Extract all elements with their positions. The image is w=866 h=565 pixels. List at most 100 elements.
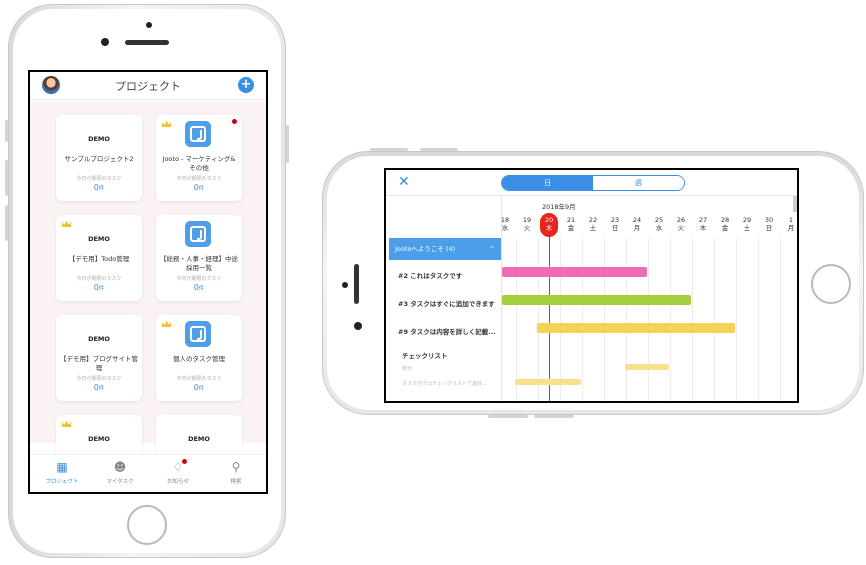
due-today-label: 今日が期限のタスク	[176, 276, 222, 282]
today-line	[549, 232, 550, 401]
landscape-home-button[interactable]	[811, 264, 851, 304]
segment-week[interactable]: 週	[593, 176, 684, 190]
demo-label: DEMO	[88, 435, 110, 443]
segment-day[interactable]: 日	[502, 176, 593, 190]
day-gridline	[780, 238, 781, 401]
day-header: 28 金	[714, 216, 736, 232]
day-header: 20 木	[538, 216, 560, 232]
due-today-count: 0件	[156, 183, 242, 192]
month-label: 2018年9月	[542, 203, 576, 211]
day-header: 27 木	[692, 216, 714, 232]
front-sensor	[342, 282, 348, 288]
count-unit: 件	[98, 186, 105, 192]
notification-dot	[182, 459, 187, 464]
front-camera	[101, 38, 109, 46]
unread-dot	[232, 119, 237, 124]
bottom-tab-bar: ▦ プロジェクト ☻ マイタスク ♢ お知らせ ⚲ 検索	[30, 454, 266, 492]
due-today-label: 今日が期限のタスク	[76, 276, 122, 282]
day-header: 25 水	[648, 216, 670, 232]
search-icon: ⚲	[231, 460, 241, 474]
day-gridline	[714, 238, 715, 401]
project-name: Jooto - マーケティング&その他	[162, 155, 236, 172]
earpiece-speaker	[354, 264, 359, 304]
due-today-count: 0件	[56, 383, 142, 392]
gantt-bar[interactable]	[625, 364, 670, 370]
bell-icon: ♢	[172, 460, 184, 474]
due-today-label: 今日が期限のタスク	[176, 376, 222, 382]
count-unit: 件	[198, 286, 205, 292]
project-header: プロジェクト +	[30, 72, 266, 100]
mute-switch	[5, 120, 8, 142]
day-header: 21 金	[560, 216, 582, 232]
due-today-count: 0件	[56, 283, 142, 292]
group-title: Jootoへようこそ (4)	[395, 245, 456, 253]
earpiece-speaker	[125, 40, 169, 45]
day-number: 21	[566, 216, 576, 224]
due-today-count: 0件	[56, 183, 142, 192]
portrait-home-button[interactable]	[127, 505, 167, 545]
task-group-header[interactable]: Jootoへようこそ (4) ⌃	[389, 238, 501, 260]
day-number: 18	[500, 216, 510, 224]
chevron-up-icon[interactable]: ⌃	[489, 238, 495, 260]
checklist-item[interactable]: 表示	[402, 365, 412, 372]
project-card[interactable]: DEMO サンプルプロジェクト2 今日が期限のタスク 0件	[56, 115, 142, 201]
project-card[interactable]: 【総務・人事・経理】中途採用一覧 今日が期限のタスク 0件	[156, 215, 242, 301]
side-button	[420, 148, 458, 151]
day-header: 18 水	[494, 216, 516, 232]
project-card[interactable]: DEMO 【デモ用】Todo管理 今日が期限のタスク 0件	[56, 215, 142, 301]
demo-label: DEMO	[188, 435, 210, 443]
tab-search[interactable]: ⚲ 検索	[208, 459, 264, 485]
day-number: 22	[588, 216, 598, 224]
tab-label: プロジェクト	[45, 479, 79, 485]
tab-projects[interactable]: ▦ プロジェクト	[34, 459, 90, 485]
gantt-toolbar: ✕ 日 週	[386, 170, 797, 196]
page-title: プロジェクト	[115, 80, 181, 93]
project-card[interactable]: Jooto - マーケティング&その他 今日が期限のタスク 0件	[156, 115, 242, 201]
day-weekday: 月	[787, 224, 795, 232]
front-camera	[354, 322, 362, 330]
count-unit: 件	[98, 386, 105, 392]
tab-my-tasks[interactable]: ☻ マイタスク	[92, 459, 148, 485]
task-row-label[interactable]: #2 これはタスクです	[398, 270, 462, 280]
day-weekday: 火	[677, 224, 685, 232]
day-weekday: 水	[501, 224, 509, 232]
close-icon[interactable]: ✕	[398, 174, 410, 190]
tab-label: お知らせ	[167, 479, 189, 485]
volume-up-button	[5, 160, 8, 196]
gantt-bar[interactable]	[502, 295, 692, 305]
due-today-label: 今日が期限のタスク	[76, 376, 122, 382]
day-number: 20	[544, 216, 554, 224]
day-gridline	[648, 238, 649, 401]
day-header: 30 日	[758, 216, 780, 232]
project-name: 【総務・人事・経理】中途採用一覧	[160, 255, 238, 272]
front-sensor	[146, 22, 152, 28]
plus-circle-icon[interactable]: +	[238, 77, 254, 93]
gantt-bar[interactable]	[537, 323, 736, 333]
gantt-bar[interactable]	[515, 379, 582, 385]
task-row-label[interactable]: #9 タスクは内容を詳しく記載...	[398, 326, 496, 336]
view-segmented-control: 日 週	[501, 175, 685, 191]
due-today-count: 0件	[156, 383, 242, 392]
day-gridline	[736, 238, 737, 401]
checklist-item[interactable]: タスク内ではチェックリストで進捗...	[402, 380, 487, 387]
day-gridline	[670, 238, 671, 401]
volume-down-button	[5, 205, 8, 241]
due-today-label: 今日が期限のタスク	[76, 176, 122, 182]
tab-label: 検索	[230, 479, 242, 485]
day-number: 23	[610, 216, 620, 224]
day-weekday: 土	[589, 224, 597, 232]
project-card[interactable]: DEMO 【デモ用】ブログサイト管理 今日が期限のタスク 0件	[56, 315, 142, 401]
day-number: 25	[654, 216, 664, 224]
project-card[interactable]: 個人のタスク管理 今日が期限のタスク 0件	[156, 315, 242, 401]
side-button	[488, 415, 528, 418]
day-gridline	[692, 238, 693, 401]
gantt-bar[interactable]	[502, 267, 648, 277]
demo-label: DEMO	[88, 135, 110, 143]
task-row-label[interactable]: #3 タスクはすぐに追加できます	[398, 298, 495, 308]
day-header: 22 土	[582, 216, 604, 232]
day-gridline	[626, 238, 627, 401]
day-number: 30	[764, 216, 774, 224]
tab-notifications[interactable]: ♢ お知らせ	[150, 459, 206, 485]
day-weekday: 金	[567, 224, 575, 232]
grid-icon: ▦	[56, 460, 68, 474]
